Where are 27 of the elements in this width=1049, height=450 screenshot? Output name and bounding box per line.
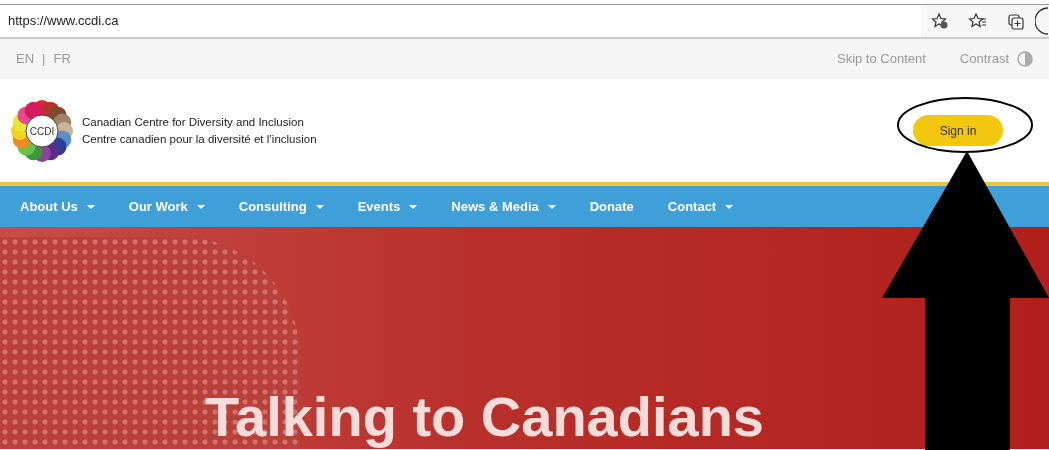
language-link[interactable]: FR [53, 49, 71, 69]
logo-drawing: CCDI [10, 98, 74, 163]
collections-icon[interactable] [1006, 11, 1026, 31]
caret-icon[interactable] [86, 204, 95, 209]
caret-icon[interactable] [315, 204, 324, 209]
nav-link[interactable]: Contact [667, 196, 717, 217]
nav-link[interactable]: Events [357, 196, 401, 217]
address-field[interactable]: https://www.ccdi.ca [0, 5, 921, 37]
language-link[interactable]: EN [16, 49, 35, 69]
contrast-link[interactable]: Contrast [959, 49, 1009, 69]
favorite-add-icon[interactable] [930, 11, 950, 31]
nav-link[interactable]: Consulting [238, 196, 307, 217]
caret-icon[interactable] [196, 204, 205, 209]
nav-link[interactable]: News & Media [451, 196, 539, 217]
nav-link[interactable]: About Us [20, 196, 78, 217]
caret-icon[interactable] [409, 204, 418, 209]
nav-link[interactable]: Our Work [128, 196, 188, 217]
language-separator: | [42, 50, 46, 69]
skip-link[interactable]: Skip to Content [836, 49, 926, 69]
sign-in-button[interactable]: Sign in [913, 115, 1003, 146]
caret-icon[interactable] [547, 204, 556, 209]
nav-link[interactable]: Donate [589, 196, 634, 217]
organization-name: Centre canadien pour la diversité et l’inclusion [82, 131, 317, 147]
contrast-icon[interactable] [1017, 51, 1033, 67]
favorites-icon[interactable] [968, 11, 988, 31]
caret-icon[interactable] [725, 204, 734, 209]
organization-name: Canadian Centre for Diversity and Inclusion [82, 114, 305, 130]
